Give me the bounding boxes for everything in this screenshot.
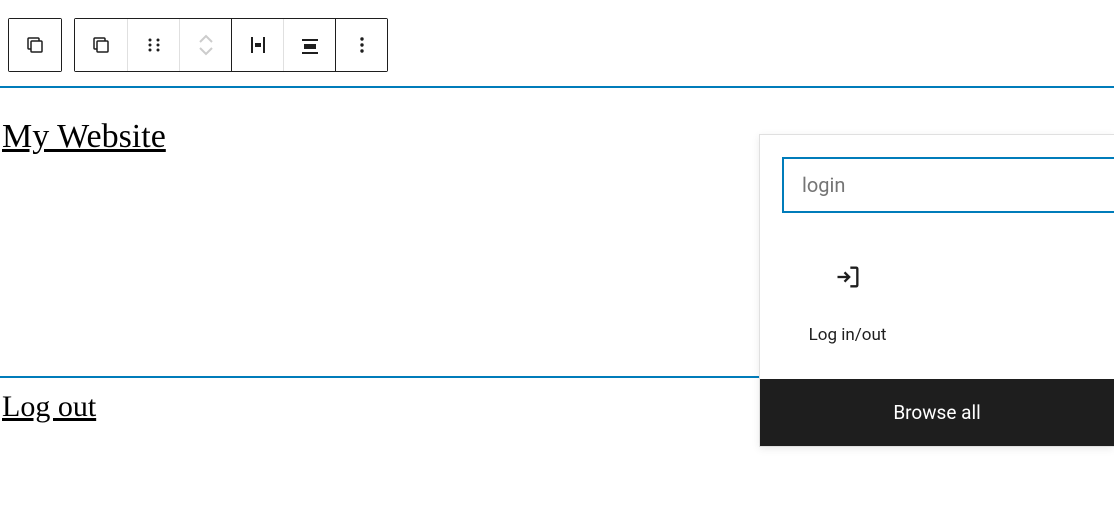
group-block-icon xyxy=(89,33,113,57)
inserter-search-wrap: login xyxy=(760,135,1114,235)
site-title-link[interactable]: My Website xyxy=(2,118,166,155)
select-parent-button[interactable] xyxy=(9,19,61,71)
block-toolbar xyxy=(0,0,1114,86)
drag-icon xyxy=(142,33,166,57)
align-icon xyxy=(298,33,322,57)
justify-center-icon xyxy=(246,33,270,57)
block-result-login[interactable]: Log in/out xyxy=(770,235,925,369)
align-button[interactable] xyxy=(283,19,335,71)
block-type-button[interactable] xyxy=(75,19,127,71)
more-options-button[interactable] xyxy=(335,19,387,71)
justify-button[interactable] xyxy=(231,19,283,71)
browse-all-button[interactable]: Browse all xyxy=(760,379,1114,446)
chevron-up-icon xyxy=(197,34,215,44)
login-icon xyxy=(834,263,862,291)
toolbar-group-main xyxy=(74,18,388,72)
group-block-icon xyxy=(23,33,47,57)
chevron-down-icon xyxy=(197,46,215,56)
logout-link[interactable]: Log out xyxy=(2,390,96,424)
move-up-down-button[interactable] xyxy=(179,19,231,71)
block-result-label: Log in/out xyxy=(809,325,887,345)
block-inserter-panel: login Log in/out Browse all xyxy=(759,134,1114,447)
move-handle xyxy=(197,34,215,56)
more-vertical-icon xyxy=(350,33,374,57)
toolbar-group-parent xyxy=(8,18,62,72)
drag-handle-button[interactable] xyxy=(127,19,179,71)
block-search-input[interactable]: login xyxy=(782,157,1114,213)
